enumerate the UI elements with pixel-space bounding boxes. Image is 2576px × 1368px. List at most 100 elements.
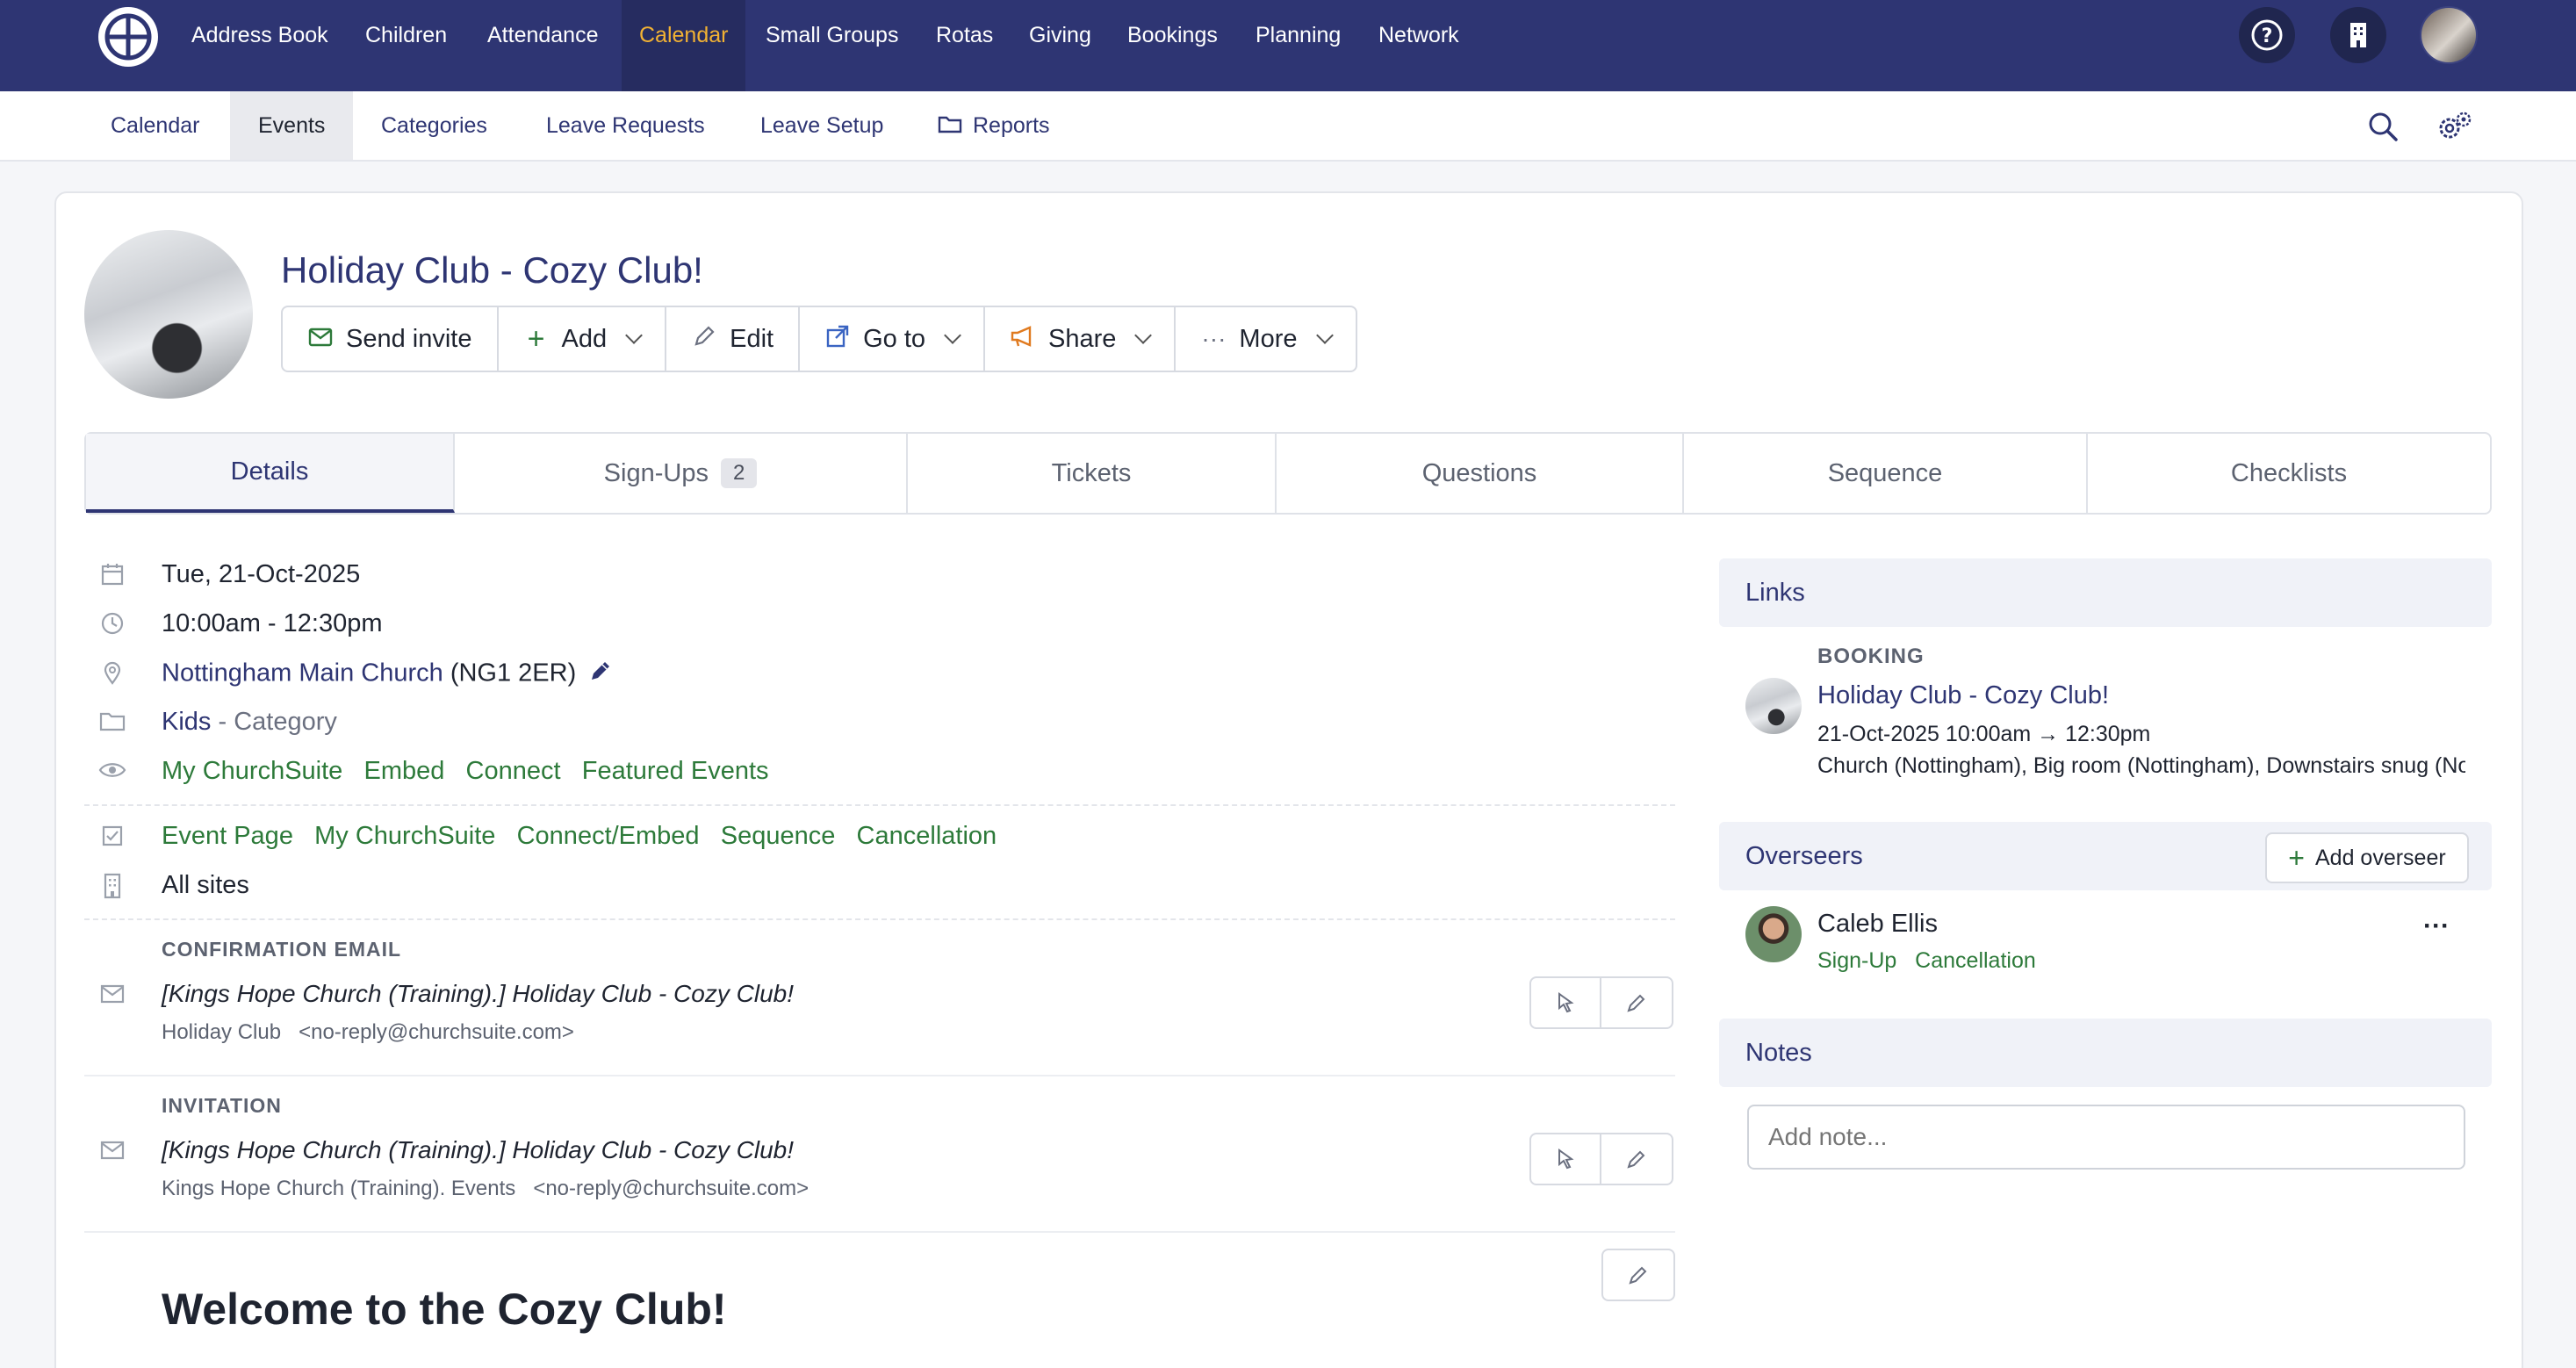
signup-cancellation[interactable]: Cancellation	[857, 822, 997, 850]
signups-count-badge: 2	[720, 458, 758, 488]
chevron-down-icon	[1315, 327, 1334, 344]
nav-rotas[interactable]: Rotas	[918, 0, 1011, 91]
overseer-signup-link[interactable]: Sign-Up	[1817, 948, 1896, 973]
chevron-down-icon	[625, 327, 644, 344]
event-sites: All sites	[162, 871, 249, 899]
subnav-reports-label: Reports	[973, 113, 1050, 138]
preview-cursor-icon[interactable]	[1531, 978, 1601, 1027]
subnav-events[interactable]: Events	[230, 91, 354, 160]
signup-sequence[interactable]: Sequence	[721, 822, 836, 850]
search-icon[interactable]	[2365, 109, 2400, 144]
notes-panel-header: Notes	[1719, 1019, 2492, 1087]
event-action-buttons: Send invite + Add Edit Go to Share ··· M…	[281, 306, 1357, 372]
top-navigation: Address Book Children Attendance Calenda…	[0, 0, 2576, 91]
signup-event-page[interactable]: Event Page	[162, 822, 293, 850]
help-icon[interactable]: ?	[2239, 7, 2295, 63]
visibility-links: My ChurchSuite Embed Connect Featured Ev…	[162, 757, 769, 786]
more-dropdown-button[interactable]: ··· More	[1176, 307, 1355, 371]
booking-label: BOOKING	[1817, 644, 1925, 668]
go-to-label: Go to	[863, 324, 926, 353]
share-dropdown-button[interactable]: Share	[985, 307, 1176, 371]
svg-text:?: ?	[2262, 25, 2273, 47]
category-link[interactable]: Kids	[162, 708, 211, 736]
location-link[interactable]: Nottingham Main Church	[162, 659, 443, 688]
add-overseer-button[interactable]: + Add overseer	[2265, 832, 2469, 883]
subnav-leave-setup[interactable]: Leave Setup	[732, 91, 911, 160]
overseer-links: Sign-Up Cancellation	[1817, 948, 2036, 974]
nav-planning[interactable]: Planning	[1238, 0, 1358, 91]
overseer-avatar[interactable]	[1745, 906, 1802, 962]
edit-pencil-icon[interactable]	[1601, 978, 1672, 1027]
tab-questions[interactable]: Questions	[1277, 434, 1684, 513]
nav-children[interactable]: Children	[348, 0, 464, 91]
confirmation-from-email: <no-reply@churchsuite.com>	[299, 1020, 574, 1044]
subnav-calendar[interactable]: Calendar	[83, 91, 227, 160]
edit-location-pencil-icon[interactable]	[588, 659, 613, 690]
tab-details[interactable]: Details	[86, 434, 455, 513]
event-date: Tue, 21-Oct-2025	[162, 560, 361, 588]
confirmation-email-label: CONFIRMATION EMAIL	[162, 938, 402, 961]
visibility-featured-events[interactable]: Featured Events	[582, 757, 769, 785]
external-link-icon	[824, 324, 851, 355]
add-overseer-label: Add overseer	[2314, 845, 2446, 870]
links-panel-header: Links	[1719, 558, 2492, 627]
overseer-cancellation-link[interactable]: Cancellation	[1915, 948, 2036, 973]
preview-cursor-icon[interactable]	[1531, 1134, 1601, 1184]
nav-calendar[interactable]: Calendar	[622, 0, 746, 91]
add-note-input[interactable]	[1747, 1105, 2465, 1170]
subnav-categories[interactable]: Categories	[353, 91, 515, 160]
churchsuite-logo[interactable]	[98, 7, 158, 67]
envelope-icon	[98, 1138, 126, 1166]
ellipsis-icon: ···	[1201, 325, 1227, 352]
nav-giving[interactable]: Giving	[1011, 0, 1109, 91]
nav-attendance[interactable]: Attendance	[470, 0, 616, 91]
invitation-email-from: Kings Hope Church (Training). Events <no…	[162, 1177, 809, 1201]
invitation-email-subject: [Kings Hope Church (Training).] Holiday …	[162, 1136, 794, 1163]
signup-my-churchsuite[interactable]: My ChurchSuite	[314, 822, 495, 850]
nav-small-groups[interactable]: Small Groups	[748, 0, 916, 91]
overseer-name[interactable]: Caleb Ellis	[1817, 910, 1938, 939]
invitation-email-label: INVITATION	[162, 1094, 282, 1117]
edit-description-pencil-icon[interactable]	[1603, 1250, 1673, 1300]
building-icon[interactable]	[2330, 7, 2386, 63]
event-location: Nottingham Main Church (NG1 2ER)	[162, 659, 613, 690]
tab-signups[interactable]: Sign-Ups 2	[455, 434, 908, 513]
event-tabs: Details Sign-Ups 2 Tickets Questions Seq…	[84, 432, 2492, 515]
signup-connect-embed[interactable]: Connect/Embed	[517, 822, 700, 850]
event-photo	[84, 230, 253, 399]
subnav-reports[interactable]: Reports	[910, 91, 1078, 160]
tab-checklists[interactable]: Checklists	[2088, 434, 2490, 513]
go-to-dropdown-button[interactable]: Go to	[800, 307, 986, 371]
visibility-connect[interactable]: Connect	[466, 757, 561, 785]
settings-gear-icon[interactable]	[2436, 109, 2472, 144]
edit-button[interactable]: Edit	[666, 307, 801, 371]
visibility-embed[interactable]: Embed	[363, 757, 444, 785]
eye-icon	[98, 759, 126, 787]
invitation-email-actions	[1529, 1133, 1673, 1185]
booking-title-link[interactable]: Holiday Club - Cozy Club!	[1817, 681, 2109, 710]
pencil-icon	[691, 325, 717, 354]
chevron-down-icon	[1134, 327, 1153, 344]
nav-address-book[interactable]: Address Book	[174, 0, 346, 91]
tab-tickets[interactable]: Tickets	[908, 434, 1277, 513]
overseer-menu-icon[interactable]: ···	[2423, 911, 2450, 941]
tab-sequence[interactable]: Sequence	[1684, 434, 2088, 513]
divider	[84, 804, 1675, 806]
add-dropdown-button[interactable]: + Add	[499, 307, 667, 371]
send-invite-label: Send invite	[346, 324, 472, 353]
confirmation-email-actions	[1529, 976, 1673, 1029]
visibility-my-churchsuite[interactable]: My ChurchSuite	[162, 757, 342, 785]
map-pin-icon	[98, 660, 126, 688]
nav-network[interactable]: Network	[1361, 0, 1477, 91]
send-invite-button[interactable]: Send invite	[283, 307, 499, 371]
subnav-leave-requests[interactable]: Leave Requests	[518, 91, 733, 160]
booking-thumbnail	[1745, 678, 1802, 734]
confirmation-email-subject: [Kings Hope Church (Training).] Holiday …	[162, 980, 794, 1007]
edit-pencil-icon[interactable]	[1601, 1134, 1672, 1184]
nav-bookings[interactable]: Bookings	[1110, 0, 1235, 91]
user-avatar[interactable]	[2420, 6, 2478, 64]
invitation-from-name: Kings Hope Church (Training). Events	[162, 1177, 516, 1200]
folder-icon	[938, 92, 962, 161]
tab-tickets-label: Tickets	[1051, 458, 1132, 487]
booking-resources: Church (Nottingham), Big room (Nottingha…	[1817, 753, 2465, 778]
